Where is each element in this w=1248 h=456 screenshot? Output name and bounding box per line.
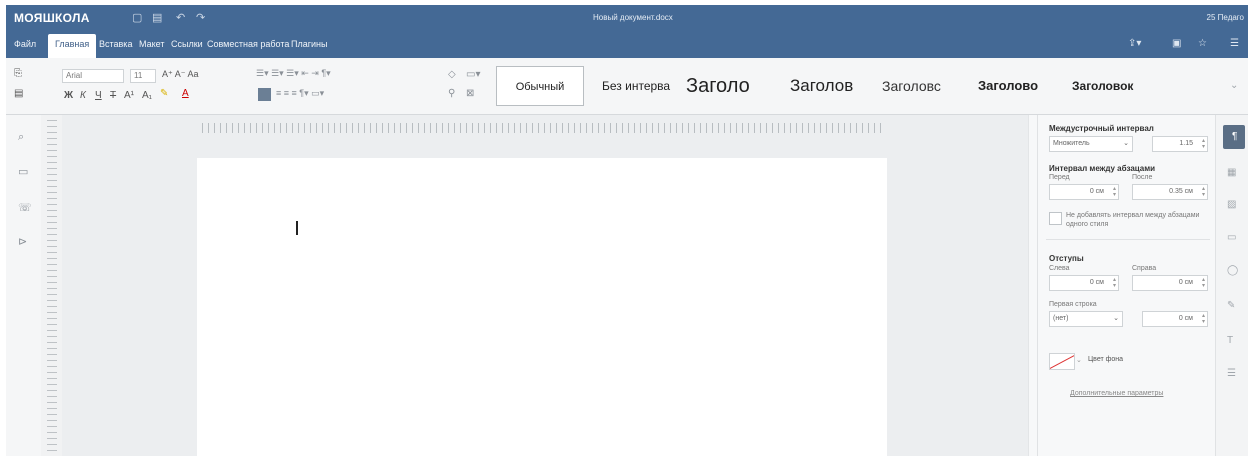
- font-family-select[interactable]: Arial: [62, 69, 124, 83]
- indent-right-label: Справа: [1132, 265, 1157, 272]
- favorite-icon[interactable]: ☆: [1198, 38, 1207, 49]
- spacing-before-input[interactable]: 0 см ▴ ▾: [1049, 184, 1119, 200]
- editor-window: МОЯШКОЛА ▢ ▤ ↶ ↷ Новый документ.docx 25 …: [0, 0, 1248, 456]
- highlight-icon[interactable]: ✎: [160, 88, 168, 99]
- copy-icon[interactable]: ⎘: [14, 68, 22, 79]
- line-spacing-label: Междустрочный интервал: [1049, 124, 1154, 133]
- share-icon[interactable]: ⇪▾: [1128, 38, 1141, 49]
- title-bar: МОЯШКОЛА ▢ ▤ ↶ ↷ Новый документ.docx 25 …: [6, 5, 1248, 31]
- paste-icon[interactable]: ▤: [14, 88, 23, 99]
- header-footer-icon[interactable]: ▭: [1227, 232, 1236, 243]
- table-settings-icon[interactable]: ▦: [1227, 167, 1236, 178]
- before-label: Перед: [1049, 174, 1070, 181]
- document-title: Новый документ.docx: [593, 13, 673, 22]
- more-icon[interactable]: ☰: [1230, 38, 1239, 49]
- bold-icon[interactable]: Ж: [64, 90, 73, 101]
- app-logo[interactable]: МОЯШКОЛА: [14, 11, 90, 25]
- advanced-settings-link[interactable]: Дополнительные параметры: [1070, 390, 1163, 397]
- right-toolbar: ¶ ▦ ▨ ▭ ◯ ✎ T ☰: [1215, 115, 1248, 456]
- no-spacing-checkbox-label: Не добавлять интервал между абзацами одн…: [1066, 212, 1200, 228]
- align-icons[interactable]: ≡ ≡ ≡ ¶▾ ▭▾: [276, 88, 324, 99]
- indent-left-label: Слева: [1049, 265, 1070, 272]
- line-spacing-mode-select[interactable]: Множитель ⌄: [1049, 136, 1133, 152]
- shape-settings-icon[interactable]: ◯: [1227, 265, 1238, 276]
- menu-layout[interactable]: Макет: [139, 39, 164, 49]
- menu-file[interactable]: Файл: [14, 39, 36, 49]
- font-grow-icon[interactable]: A⁺ A⁻ Aa: [162, 69, 199, 80]
- superscript-icon[interactable]: A¹: [124, 90, 134, 101]
- after-label: После: [1132, 174, 1153, 181]
- subscript-icon[interactable]: A₁: [142, 90, 152, 101]
- menu-plugins[interactable]: Плагины: [291, 39, 327, 49]
- text-art-icon[interactable]: ✎: [1227, 300, 1235, 311]
- list-icons[interactable]: ☰▾ ☰▾ ☰▾ ⇤ ⇥ ¶▾: [256, 68, 331, 79]
- left-sidebar: ⌕ ▭ ☏ ⊳: [6, 115, 42, 456]
- strikethrough-icon[interactable]: Т: [110, 90, 116, 101]
- style-heading-3[interactable]: Заголовс: [882, 66, 941, 106]
- italic-icon[interactable]: К: [80, 90, 86, 101]
- horizontal-ruler[interactable]: [202, 123, 886, 133]
- style-heading-2[interactable]: Заголов: [790, 66, 853, 106]
- toolbar: ⎘ ▤ Arial 11 A⁺ A⁻ Aa Ж К Ч Т A¹ A₁ ✎ A …: [6, 58, 1248, 115]
- insert-icon[interactable]: ▭▾: [466, 69, 480, 80]
- paragraph-icon[interactable]: ⚲: [448, 88, 455, 99]
- navigation-icon[interactable]: ⊳: [18, 235, 27, 248]
- document-page[interactable]: [197, 158, 887, 456]
- bg-color-label: Цвет фона: [1088, 356, 1124, 363]
- style-normal[interactable]: Обычный: [496, 66, 584, 106]
- shape-icon[interactable]: ⊠: [466, 88, 474, 99]
- print-icon[interactable]: ▤: [152, 11, 162, 24]
- vertical-ruler-ticks: [47, 115, 57, 456]
- indent-left-input[interactable]: 0 см ▴ ▾: [1049, 275, 1119, 291]
- menu-insert[interactable]: Вставка: [99, 39, 132, 49]
- styles-gallery: Обычный Без интерва Заголо Заголов Загол…: [496, 66, 1226, 106]
- file-icon[interactable]: ▢: [132, 11, 142, 24]
- spacing-after-input[interactable]: 0.35 см ▴ ▾: [1132, 184, 1208, 200]
- style-heading-4[interactable]: Заголово: [978, 66, 1038, 106]
- indents-label: Отступы: [1049, 254, 1084, 263]
- align-left-icon[interactable]: [258, 88, 271, 101]
- menu-references[interactable]: Ссылки: [171, 39, 203, 49]
- view-icon[interactable]: ▣: [1172, 38, 1181, 49]
- image-settings-icon[interactable]: ▨: [1227, 199, 1236, 210]
- background-color-swatch[interactable]: [1049, 353, 1075, 370]
- underline-icon[interactable]: Ч: [95, 90, 102, 101]
- document-canvas: [62, 115, 1034, 456]
- text-cursor: [296, 221, 298, 235]
- style-no-spacing[interactable]: Без интерва: [602, 66, 670, 106]
- first-line-label: Первая строка: [1049, 301, 1097, 308]
- menu-home[interactable]: Главная: [48, 34, 97, 58]
- erase-icon[interactable]: ◇: [448, 69, 456, 80]
- paragraph-spacing-label: Интервал между абзацами: [1049, 164, 1156, 173]
- indent-right-input[interactable]: 0 см ▴ ▾: [1132, 275, 1208, 291]
- style-heading-5[interactable]: Заголовок: [1072, 66, 1133, 106]
- line-spacing-value-input[interactable]: 1.15 ▴ ▾: [1152, 136, 1208, 152]
- vertical-scrollbar[interactable]: [1028, 115, 1037, 456]
- paragraph-settings-panel: Междустрочный интервал Множитель ⌄ 1.15 ▴ ▾…: [1037, 115, 1216, 456]
- comments-icon[interactable]: ▭: [18, 165, 28, 178]
- first-line-value-input[interactable]: 0 см ▴ ▾: [1142, 311, 1208, 327]
- menu-bar: Файл Главная Вставка Макет Ссылки Совмес…: [6, 31, 1248, 58]
- search-icon[interactable]: ⌕: [18, 131, 24, 144]
- font-color-icon[interactable]: A: [182, 88, 189, 99]
- user-name[interactable]: 25 Педаго: [1207, 13, 1244, 22]
- undo-icon[interactable]: ↶: [176, 11, 185, 24]
- style-heading-1[interactable]: Заголо: [686, 66, 750, 106]
- first-line-mode-select[interactable]: (нет) ⌄: [1049, 311, 1123, 327]
- styles-expand-icon[interactable]: ⌄: [1230, 80, 1238, 91]
- no-spacing-checkbox[interactable]: [1049, 212, 1062, 225]
- panel-divider: [1046, 239, 1210, 240]
- bg-color-dropdown-icon[interactable]: ⌄: [1076, 356, 1082, 364]
- redo-icon[interactable]: ↷: [196, 11, 205, 24]
- form-settings-icon[interactable]: ☰: [1227, 368, 1236, 379]
- signature-icon[interactable]: T: [1227, 335, 1233, 346]
- font-size-select[interactable]: 11: [130, 69, 156, 83]
- chat-icon[interactable]: ☏: [18, 201, 32, 214]
- vertical-ruler: [41, 115, 62, 456]
- menu-collaboration[interactable]: Совместная работа: [207, 39, 289, 49]
- paragraph-icon: ¶: [1232, 131, 1238, 142]
